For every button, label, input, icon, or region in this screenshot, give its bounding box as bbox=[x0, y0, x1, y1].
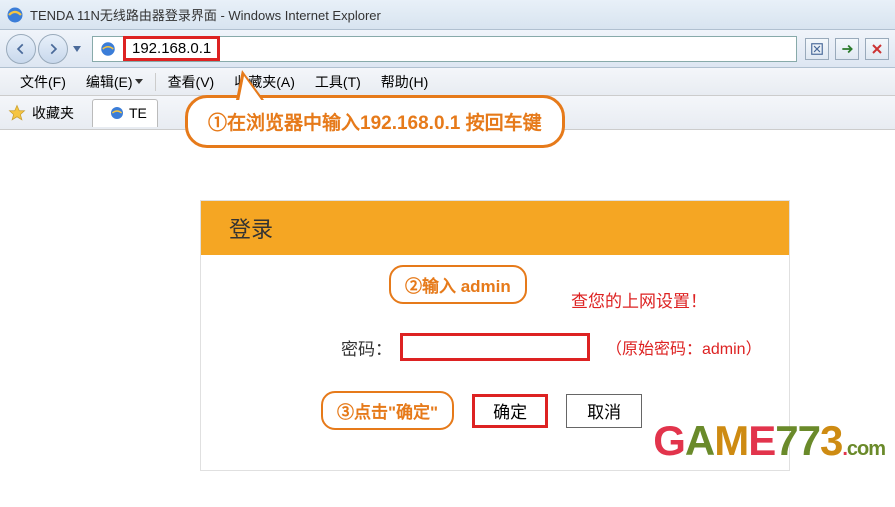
page-content: 登录 ②输入 admin 查您的上网设置！ 密码： （原始密码：admin） ③… bbox=[0, 130, 895, 471]
window-titlebar: TENDA 11N无线路由器登录界面 - Windows Internet Ex… bbox=[0, 0, 895, 30]
url-highlight: 192.168.0.1 bbox=[123, 36, 220, 61]
ie-logo-icon bbox=[6, 6, 24, 24]
window-title: TENDA 11N无线路由器登录界面 - Windows Internet Ex… bbox=[30, 5, 381, 24]
menu-edit[interactable]: 编辑(E) bbox=[76, 72, 153, 92]
menu-bar: 文件(F) 编辑(E) 查看(V) 收藏夹(A) 工具(T) 帮助(H) bbox=[0, 68, 895, 96]
compat-view-button[interactable] bbox=[805, 38, 829, 60]
browser-navbar: 192.168.0.1 bbox=[0, 30, 895, 68]
refresh-button[interactable] bbox=[835, 38, 859, 60]
password-input[interactable] bbox=[400, 333, 590, 361]
login-info-text: 查您的上网设置！ bbox=[571, 287, 707, 312]
login-header: 登录 bbox=[201, 201, 789, 255]
password-hint: （原始密码：admin） bbox=[606, 335, 762, 359]
address-bar[interactable]: 192.168.0.1 bbox=[92, 36, 797, 62]
annotation-3: ③点击"确定" bbox=[321, 391, 454, 430]
annotation-1: ①在浏览器中输入192.168.0.1 按回车键 bbox=[185, 95, 565, 148]
nav-history-dropdown[interactable] bbox=[70, 34, 84, 64]
menu-view[interactable]: 查看(V) bbox=[158, 72, 225, 92]
back-button[interactable] bbox=[6, 34, 36, 64]
password-label: 密码： bbox=[341, 335, 392, 360]
tab-favicon bbox=[109, 105, 125, 121]
page-icon bbox=[99, 40, 117, 58]
browser-tab[interactable]: TE bbox=[92, 99, 158, 127]
favorites-label[interactable]: 收藏夹 bbox=[32, 103, 74, 123]
star-icon bbox=[8, 104, 26, 122]
ok-button[interactable]: 确定 bbox=[472, 394, 548, 428]
menu-tools[interactable]: 工具(T) bbox=[305, 72, 371, 92]
stop-button[interactable] bbox=[865, 38, 889, 60]
tab-title: TE bbox=[129, 105, 147, 121]
forward-button[interactable] bbox=[38, 34, 68, 64]
watermark: GAME773.com bbox=[653, 417, 885, 465]
annotation-2: ②输入 admin bbox=[389, 265, 527, 304]
menu-help[interactable]: 帮助(H) bbox=[371, 72, 438, 92]
menu-file[interactable]: 文件(F) bbox=[10, 72, 76, 92]
url-text: 192.168.0.1 bbox=[132, 40, 211, 57]
cancel-button[interactable]: 取消 bbox=[566, 394, 642, 428]
